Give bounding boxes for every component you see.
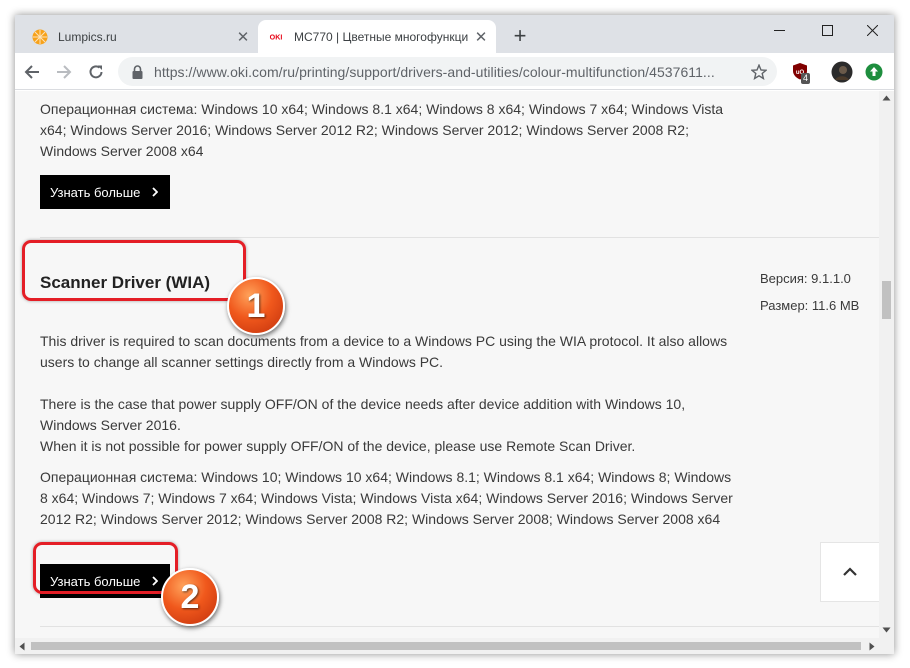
orange-circle-icon: [32, 29, 48, 45]
back-button[interactable]: [18, 58, 46, 86]
update-button[interactable]: [860, 58, 888, 86]
forward-button[interactable]: [50, 58, 78, 86]
more-button-label: Узнать больше: [50, 184, 141, 200]
vertical-scroll-thumb[interactable]: [882, 281, 891, 319]
browser-toolbar: https://www.oki.com/ru/printing/support/…: [15, 53, 894, 90]
svg-text:OKI: OKI: [270, 33, 283, 41]
step-badge-1: 1: [227, 277, 285, 335]
reload-icon: [89, 65, 103, 79]
driver-note-1: There is the case that power supply OFF/…: [40, 396, 686, 433]
previous-os-text: Операционная система: Windows 10 x64; Wi…: [40, 101, 724, 159]
reload-button[interactable]: [82, 58, 110, 86]
oki-logo-icon: OKI: [268, 29, 284, 45]
avatar-icon: [831, 61, 853, 83]
chevron-right-icon: [152, 187, 159, 197]
lock-icon[interactable]: [129, 64, 145, 80]
arrow-right-icon: [57, 65, 72, 79]
vertical-scrollbar[interactable]: [879, 91, 894, 638]
horizontal-scrollbar[interactable]: [15, 638, 894, 654]
maximize-button[interactable]: [805, 15, 849, 45]
scroll-right-arrow-icon: [869, 642, 875, 651]
driver-os-text: Операционная система: Windows 10; Window…: [40, 469, 733, 527]
close-icon[interactable]: ✕: [470, 26, 492, 48]
new-tab-button[interactable]: +: [508, 23, 532, 48]
scroll-down-arrow-icon: [882, 627, 891, 633]
more-button-previous[interactable]: Узнать больше: [40, 175, 170, 209]
horizontal-scroll-thumb[interactable]: [31, 642, 861, 650]
profile-avatar[interactable]: [828, 58, 856, 86]
minimize-button[interactable]: [757, 15, 801, 45]
arrow-left-icon: [24, 65, 39, 79]
divider: [40, 237, 879, 238]
scroll-up-arrow-icon: [882, 95, 891, 101]
scroll-left-arrow-icon: [19, 642, 25, 651]
arrow-up-circle-icon: [865, 63, 883, 81]
address-bar[interactable]: https://www.oki.com/ru/printing/support/…: [118, 57, 777, 86]
tab-title: MC770 | Цветные многофункци: [294, 29, 469, 44]
button-highlight-box: [33, 542, 178, 594]
extension-badge: 4: [801, 73, 811, 84]
ublock-extension-button[interactable]: uO 4: [787, 58, 815, 86]
close-window-button[interactable]: [850, 15, 894, 45]
driver-size: Размер: 11.6 MB: [760, 298, 860, 313]
driver-description: This driver is required to scan document…: [40, 333, 728, 370]
scroll-to-top-button[interactable]: [820, 542, 879, 602]
tab-strip: Lumpics.ru ✕ OKI MC770 | Цветные многофу…: [15, 15, 894, 53]
tab-lumpics[interactable]: Lumpics.ru ✕: [22, 20, 258, 53]
step-badge-2: 2: [161, 568, 219, 626]
title-highlight-box: [22, 240, 246, 301]
chevron-up-icon: [843, 567, 857, 576]
close-icon[interactable]: ✕: [232, 26, 254, 48]
divider: [40, 626, 879, 627]
driver-version: Версия: 9.1.1.0: [760, 271, 851, 286]
tab-oki[interactable]: OKI MC770 | Цветные многофункци ✕: [258, 20, 496, 53]
url-text[interactable]: https://www.oki.com/ru/printing/support/…: [154, 64, 747, 80]
tab-title: Lumpics.ru: [58, 29, 117, 44]
driver-note-2: When it is not possible for power supply…: [40, 438, 636, 454]
bookmark-star-icon[interactable]: [747, 60, 771, 84]
